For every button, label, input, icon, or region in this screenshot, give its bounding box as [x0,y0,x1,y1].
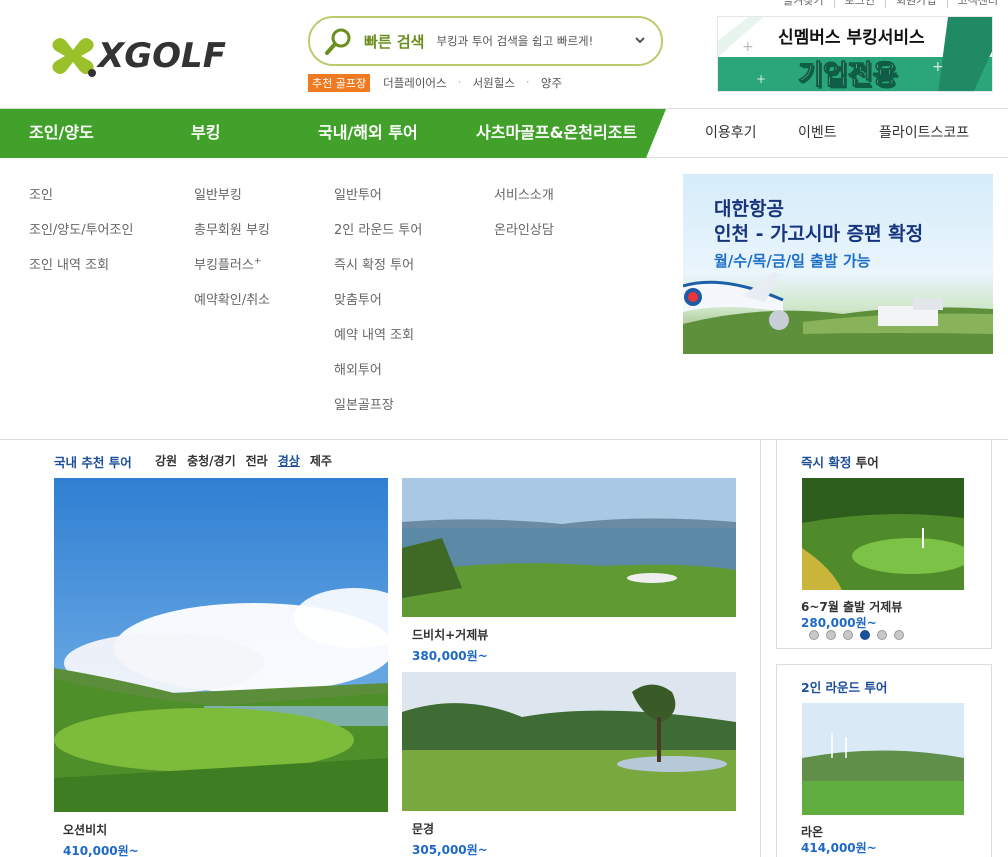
menu-item[interactable]: 조인 내역 조회 [29,254,133,289]
menu-col-satsuma: 서비스소개 온라인상담 [494,184,554,254]
carousel-dot-active[interactable] [860,630,870,640]
menu-item[interactable]: 일본골프장 [334,394,422,429]
quick-search-box[interactable]: 빠른 검색 부킹과 투어 검색을 쉽고 빠르게! [308,16,663,66]
nav-satsuma[interactable]: 사츠마골프&온천리조트 [476,109,637,158]
tour-image-mungyeong[interactable] [402,672,736,811]
region-tab-active[interactable]: 경상 [278,452,300,469]
plus-superscript: + [253,256,262,267]
logo-text: XGOLF [98,36,226,76]
utility-links: 즐겨찾기 로그인 회원가입 고객센터 [773,0,1008,8]
corp-banner-title: 신멤버스 부킹서비스 [778,28,925,48]
kal-banner-line2: 인천 - 가고시마 증편 확정 [714,223,924,245]
tour-name[interactable]: 라온 [801,823,823,840]
instant-tour-image[interactable] [802,478,964,590]
menu-item[interactable]: 예약확인/취소 [194,289,270,324]
tour-image-debeach[interactable] [402,478,736,617]
title-highlight: 즉시 확정 [801,455,852,470]
kal-banner-line1: 대한항공 [714,198,784,220]
menu-item[interactable]: 일반투어 [334,184,422,219]
svg-text:+: + [932,59,944,75]
menu-col-booking: 일반부킹 총무회원 부킹 부킹플러스+ 예약확인/취소 [194,184,270,324]
util-link-support[interactable]: 고객센터 [946,0,1008,8]
nav-tour[interactable]: 국내/해외 투어 [318,109,418,158]
tour-price: 414,000원~ [801,841,877,855]
carousel-dot[interactable] [809,630,819,640]
region-tab[interactable]: 충청/경기 [187,452,236,469]
instant-tour-title: 즉시 확정 투어 [801,452,879,471]
menu-item[interactable]: 예약 내역 조회 [334,324,422,359]
tour-name[interactable]: 오션비치 [63,821,107,838]
page: 즐겨찾기 로그인 회원가입 고객센터 XGOLF 빠른 검색 부킹과 투어 검색… [0,0,1008,857]
util-link-login[interactable]: 로그인 [833,0,885,8]
region-tab[interactable]: 제주 [310,452,332,469]
two-round-tour-box: 2인 라운드 투어 라온 414,000원~ [776,664,992,857]
carousel-dots [809,630,911,640]
menu-col-tour: 일반투어 2인 라운드 투어 즉시 확정 투어 맞춤투어 예약 내역 조회 해외… [334,184,422,429]
menu-item[interactable]: 총무회원 부킹 [194,219,270,254]
tour-price: 280,000원~ [801,616,877,630]
search-icon [324,26,354,56]
instant-tour-box: 즉시 확정 투어 6~7월 출발 거제뷰 280,000원~ [776,439,992,649]
nav-join[interactable]: 조인/양도 [29,109,94,158]
menu-col-join: 조인 조인/양도/투어조인 조인 내역 조회 [29,184,133,289]
main-nav: 조인/양도 부킹 국내/해외 투어 사츠마골프&온천리조트 이용후기 이벤트 플… [0,108,1008,158]
carousel-dot[interactable] [894,630,904,640]
svg-text:+: + [756,72,766,86]
tour-name[interactable]: 문경 [412,820,434,837]
menu-item-label: 부킹플러스 [194,258,254,273]
chevron-down-icon[interactable] [633,32,647,46]
nav-reviews[interactable]: 이용후기 [705,109,757,158]
menu-item-booking-plus[interactable]: 부킹플러스+ [194,254,270,289]
tour-name[interactable]: 드비치+거제뷰 [412,626,488,643]
korean-air-banner[interactable]: 대한항공 인천 - 가고시마 증편 확정 월/수/목/금/일 출발 가능 [683,174,993,354]
menu-item[interactable]: 2인 라운드 투어 [334,219,422,254]
region-tab[interactable]: 강원 [155,452,177,469]
tour-name[interactable]: 6~7월 출발 거제뷰 [801,598,902,615]
two-round-title: 2인 라운드 투어 [801,680,888,695]
corporate-booking-banner[interactable]: + + + 신멤버스 부킹서비스 기업전용 [717,16,993,92]
xgolf-logo-icon [50,33,96,79]
corp-banner-subtitle: 기업전용 [797,60,898,92]
search-placeholder[interactable]: 부킹과 투어 검색을 쉽고 빠르게! [436,33,593,49]
tour-price: 305,000원~ [412,843,488,857]
menu-item[interactable]: 일반부킹 [194,184,270,219]
util-link-join[interactable]: 회원가입 [885,0,946,8]
menu-item[interactable]: 조인/양도/투어조인 [29,219,133,254]
recommend-badge: 추천 골프장 [308,74,371,92]
menu-item[interactable]: 맞춤투어 [334,289,422,324]
region-tab[interactable]: 전라 [246,452,268,469]
util-link-favorite[interactable]: 즐겨찾기 [773,0,833,8]
carousel-dot[interactable] [843,630,853,640]
nav-flightscope[interactable]: 플라이트스코프 [879,109,969,158]
search-label: 빠른 검색 [364,32,425,51]
domestic-tour-title: 국내 추천 투어 [54,455,132,470]
menu-item[interactable]: 온라인상담 [494,219,554,254]
tour-image-oceanbeach[interactable] [54,478,388,812]
keyword-link[interactable]: 양주 [526,75,575,91]
menu-item[interactable]: 조인 [29,184,133,219]
svg-text:+: + [742,39,754,55]
two-round-tour-image[interactable] [802,703,964,815]
kal-banner-line3: 월/수/목/금/일 출발 가능 [714,252,871,270]
nav-events[interactable]: 이벤트 [798,109,837,158]
keyword-link[interactable]: 서원힐스 [458,75,528,91]
region-tabs: 강원 충청/경기 전라 경상 제주 [155,452,342,469]
site-logo[interactable]: XGOLF [50,33,226,79]
menu-item[interactable]: 서비스소개 [494,184,554,219]
carousel-dot[interactable] [826,630,836,640]
keyword-link[interactable]: 더플레이어스 [370,75,459,91]
title-rest: 투어 [851,455,879,470]
recommended-keywords: 추천 골프장 더플레이어스 서원힐스 양주 [308,74,575,92]
tour-price: 380,000원~ [412,649,488,663]
carousel-dot[interactable] [877,630,887,640]
nav-booking[interactable]: 부킹 [191,109,220,158]
menu-item[interactable]: 즉시 확정 투어 [334,254,422,289]
menu-item[interactable]: 해외투어 [334,359,422,394]
section-divider [760,440,761,857]
tour-price: 410,000원~ [63,844,139,857]
